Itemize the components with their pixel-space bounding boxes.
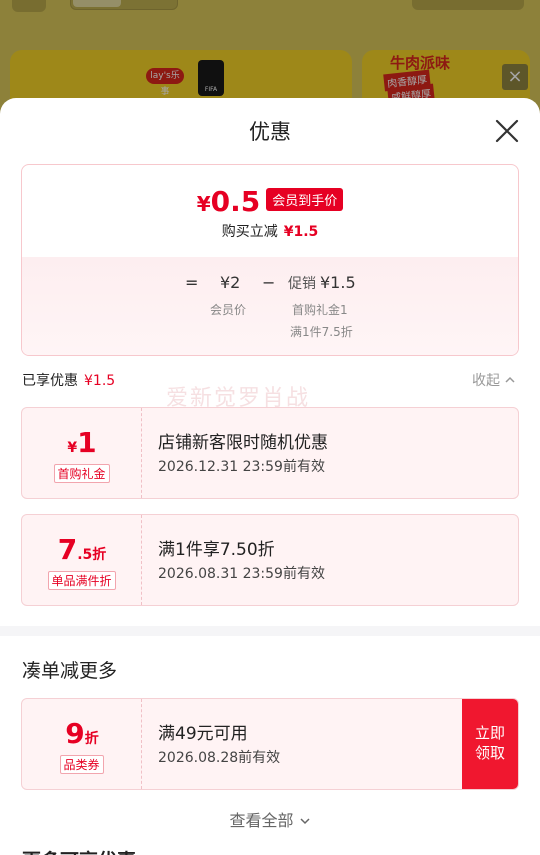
coupon-expire: 2026.12.31 23:59前有效 bbox=[158, 459, 325, 475]
coupon-value: 7.5折 bbox=[57, 533, 107, 566]
collapse-label: 收起 bbox=[472, 373, 500, 389]
coupon-tag: 单品满件折 bbox=[47, 571, 116, 590]
equals-sign: = bbox=[185, 273, 199, 292]
price-summary: ¥0.5 会员到手价 购买立减 ¥1.5 = ¥2 − 促销 ¥1.5 会员价 首购礼… bbox=[21, 164, 519, 356]
next-section-title: 更多可享优惠 bbox=[22, 846, 136, 855]
discount-sheet: 优惠 ¥0.5 会员到手价 购买立减 ¥1.5 = ¥2 − 促销 ¥1.5 会员价 … bbox=[0, 98, 540, 855]
buy-reduce-label: 购买立减 bbox=[221, 224, 278, 240]
member-price-badge: 会员到手价 bbox=[266, 188, 344, 211]
discount-label: 满1件7.5折 bbox=[290, 325, 353, 339]
claim-label-line2: 领取 bbox=[474, 744, 505, 762]
enjoyed-label: 已享优惠 bbox=[22, 373, 78, 389]
minus-sign: − bbox=[262, 273, 276, 292]
final-price: 0.5 bbox=[210, 185, 261, 218]
coupon-card[interactable]: ¥1 首购礼金 店铺新客限时随机优惠 2026.12.31 23:59前有效 bbox=[21, 407, 519, 499]
coupon-expire: 2026.08.28前有效 bbox=[158, 750, 281, 766]
claim-now-button[interactable]: 立即 领取 bbox=[462, 699, 518, 789]
summary-breakdown-bg bbox=[22, 257, 518, 355]
coupon-desc: 满49元可用 bbox=[158, 724, 248, 744]
claimable-coupon-card: 9折 品类券 满49元可用 2026.08.28前有效 立即 领取 bbox=[21, 698, 519, 790]
coupon-expire: 2026.08.31 23:59前有效 bbox=[158, 566, 325, 582]
coupon-value: 9折 bbox=[65, 717, 99, 750]
coupon-tag: 首购礼金 bbox=[53, 464, 110, 483]
member-price-label: 会员价 bbox=[210, 303, 247, 317]
member-price: ¥2 bbox=[220, 273, 241, 292]
buy-reduce-amount: ¥1.5 bbox=[283, 224, 319, 240]
coupon-desc: 满1件享7.50折 bbox=[158, 540, 275, 560]
sheet-title: 优惠 bbox=[249, 120, 291, 144]
view-all-button[interactable]: 查看全部 bbox=[0, 807, 540, 831]
collapse-button[interactable]: 收起 bbox=[472, 370, 516, 390]
final-price-row: ¥0.5 会员到手价 bbox=[22, 185, 518, 218]
more-discount-title: 凑单减更多 bbox=[22, 660, 118, 682]
gift-label: 首购礼金1 bbox=[292, 303, 348, 317]
coupon-value-area: 9折 品类券 bbox=[22, 699, 142, 789]
buy-reduce-row: 购买立减 ¥1.5 bbox=[22, 221, 518, 241]
coupon-value-area: ¥1 首购礼金 bbox=[22, 408, 142, 498]
claim-label-line1: 立即 bbox=[474, 724, 505, 742]
coupon-value: ¥1 bbox=[67, 426, 97, 459]
chevron-down-icon bbox=[300, 818, 310, 825]
coupon-tag: 品类券 bbox=[59, 755, 104, 774]
close-icon[interactable] bbox=[494, 118, 520, 144]
view-all-label: 查看全部 bbox=[229, 811, 294, 830]
coupon-desc: 店铺新客限时随机优惠 bbox=[158, 433, 328, 453]
coupon-value-area: 7.5折 单品满件折 bbox=[22, 515, 142, 605]
currency-symbol: ¥ bbox=[196, 192, 211, 216]
enjoyed-amount: ¥1.5 bbox=[84, 373, 116, 389]
chevron-up-icon bbox=[505, 376, 515, 383]
section-divider bbox=[0, 626, 540, 636]
enjoyed-discount: 已享优惠 ¥1.5 bbox=[22, 370, 115, 390]
promo-label: 促销 bbox=[288, 276, 316, 292]
coupon-card[interactable]: 7.5折 单品满件折 满1件享7.50折 2026.08.31 23:59前有效 bbox=[21, 514, 519, 606]
promo-amount: ¥1.5 bbox=[320, 273, 356, 292]
promo-discount: 促销 ¥1.5 bbox=[288, 273, 356, 293]
